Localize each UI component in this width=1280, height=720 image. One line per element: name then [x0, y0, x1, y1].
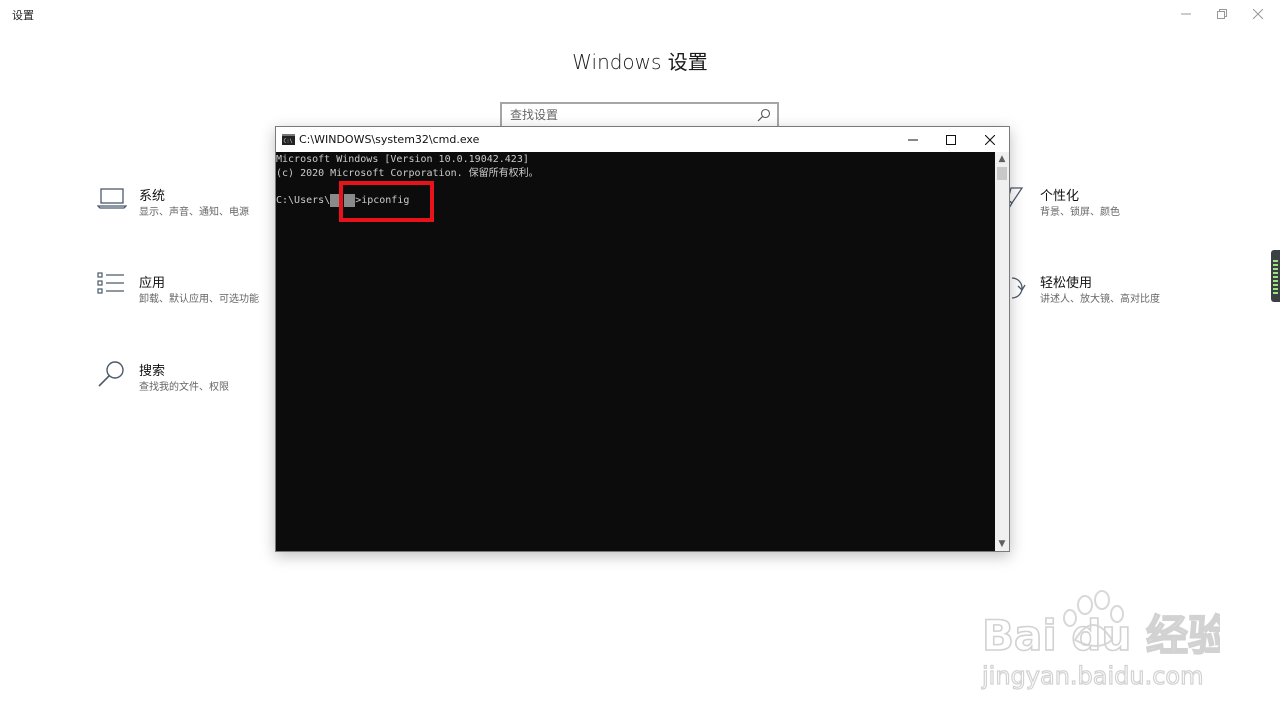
tile-name: 应用 [139, 276, 166, 291]
console-line: (c) 2020 Microsoft Corporation. 保留所有权利。 [276, 167, 539, 179]
tile-name: 轻松使用 [1040, 276, 1093, 291]
tile-name: 个性化 [1040, 189, 1080, 204]
tile-description: 讲述人、放大镜、高对比度 [1040, 294, 1160, 305]
tile-ease-of-access[interactable]: 轻松使用 讲述人、放大镜、高对比度 [998, 272, 1198, 322]
search-icon [98, 361, 124, 387]
tile-name: 搜索 [139, 364, 166, 379]
highlight-box [339, 181, 434, 222]
prompt-path: C:\Users\ [276, 194, 331, 206]
baidu-watermark: Bai du 经验 jingyan.baidu.com [980, 590, 1220, 690]
close-icon [1253, 9, 1263, 19]
cmd-close-button[interactable] [970, 127, 1010, 152]
scrollbar-thumb[interactable] [997, 167, 1007, 180]
tile-description: 卸载、默认应用、可选功能 [139, 294, 259, 305]
cmd-minimize-button[interactable] [893, 127, 933, 152]
cmd-maximize-button[interactable] [931, 127, 971, 152]
watermark-url: jingyan.baidu.com [981, 662, 1203, 690]
laptop-icon [97, 188, 127, 209]
watermark-brand: Bai du 经验 [982, 611, 1220, 660]
search-box[interactable] [500, 102, 779, 128]
tile-description: 背景、锁屏、颜色 [1040, 207, 1120, 218]
tile-system[interactable]: 系统 显示、声音、通知、电源 [97, 185, 297, 235]
tile-name: 系统 [139, 189, 166, 204]
app-title: 设置 [12, 9, 34, 22]
maximize-icon [946, 134, 956, 145]
close-button[interactable] [1240, 0, 1276, 28]
cmd-app-icon: C:\ [282, 134, 295, 145]
scroll-down-arrow-icon[interactable]: ▼ [997, 539, 1007, 549]
search-input[interactable] [510, 106, 750, 124]
page-title: Windows 设置 [572, 50, 708, 74]
search-icon [757, 108, 771, 122]
cmd-titlebar[interactable]: C:\ C:\WINDOWS\system32\cmd.exe [276, 127, 1009, 152]
minimize-button[interactable] [1168, 0, 1204, 28]
console-line: Microsoft Windows [Version 10.0.19042.42… [276, 154, 529, 165]
tile-search[interactable]: 搜索 查找我的文件、权限 [97, 360, 297, 410]
tile-apps[interactable]: 应用 卸载、默认应用、可选功能 [97, 272, 297, 322]
apps-list-icon [97, 272, 124, 294]
scroll-up-arrow-icon[interactable]: ▲ [997, 154, 1007, 164]
minimize-icon [1181, 13, 1191, 15]
svg-text:C:\: C:\ [284, 139, 293, 145]
tile-description: 显示、声音、通知、电源 [139, 207, 249, 218]
restore-button[interactable] [1204, 0, 1240, 28]
volume-indicator [1271, 250, 1280, 302]
tile-personalization[interactable]: 个性化 背景、锁屏、颜色 [998, 185, 1198, 235]
restore-icon [1217, 9, 1227, 19]
console-scrollbar[interactable]: ▲ ▼ [995, 152, 1009, 551]
tile-description: 查找我的文件、权限 [139, 382, 229, 393]
close-icon [985, 134, 995, 145]
cmd-title: C:\WINDOWS\system32\cmd.exe [299, 133, 480, 146]
minimize-icon [908, 139, 918, 140]
